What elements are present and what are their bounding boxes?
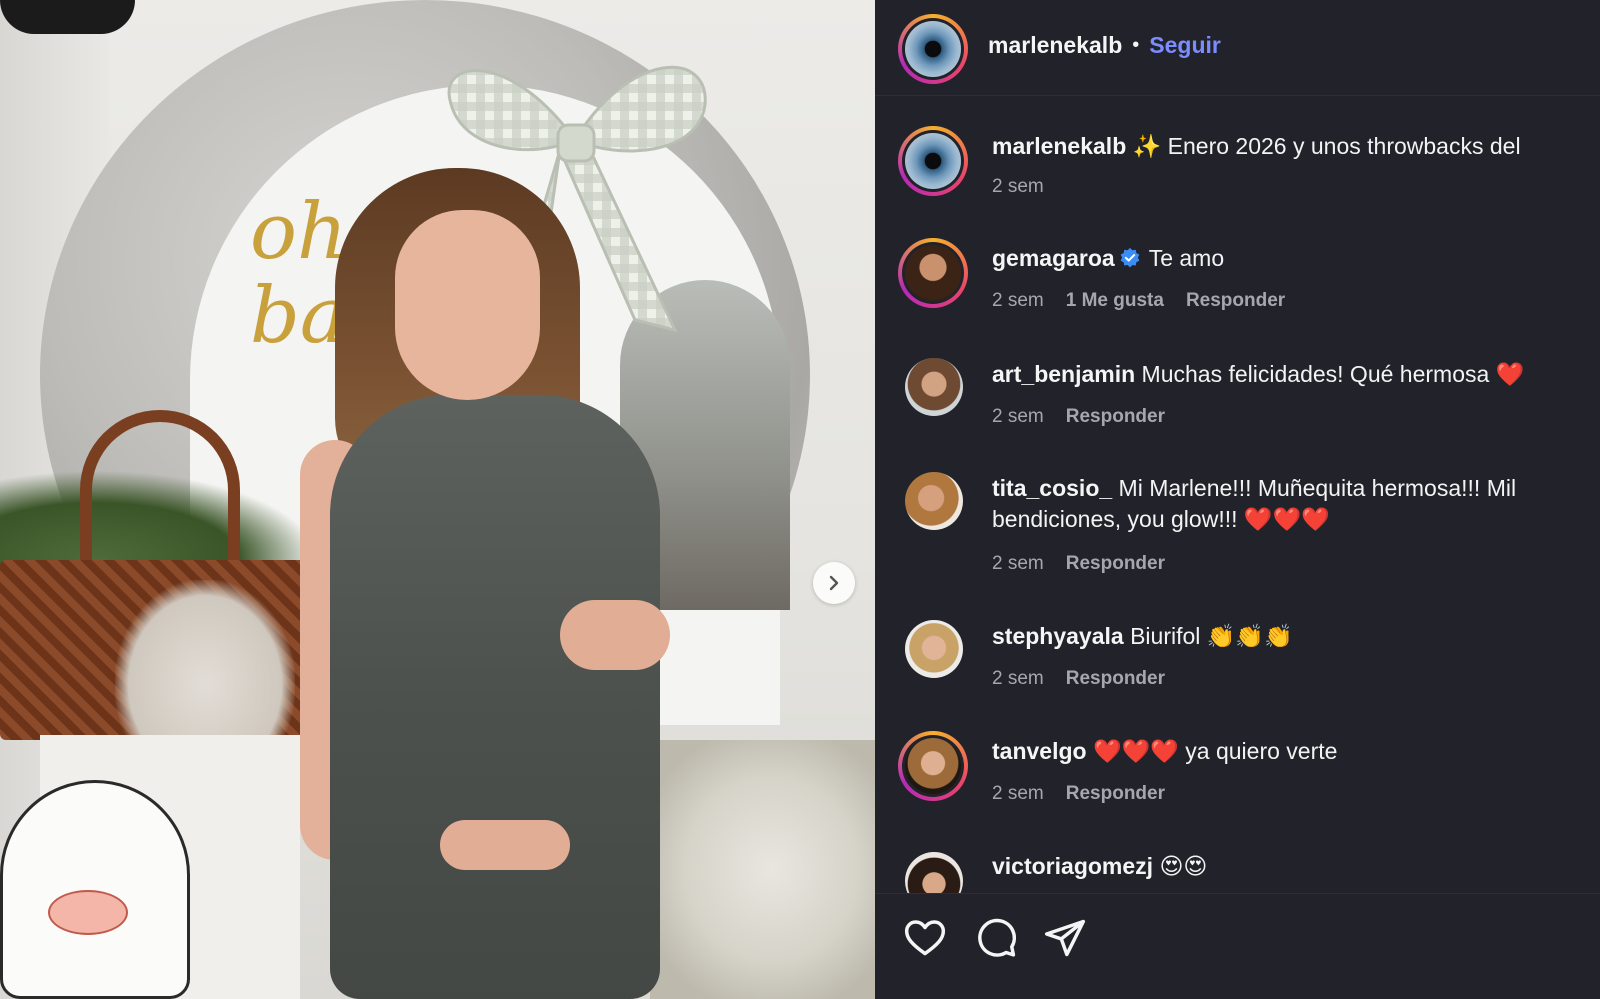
photo-person-hand (440, 820, 570, 870)
comment-item: stephyayala Biurifol 👏👏👏 2 sem Responder (875, 618, 1600, 698)
commenter-avatar[interactable] (905, 472, 963, 530)
avatar-image (905, 21, 961, 77)
comment-item: gemagaroa Te amo 2 sem 1 Me gusta Respon… (875, 236, 1600, 326)
comment-body: 😍😍 (1159, 853, 1208, 879)
caption-text: marlenekalb ✨ Enero 2026 y unos throwbac… (992, 131, 1600, 162)
comment-username[interactable]: tita_cosio_ (992, 475, 1112, 501)
separator-dot: • (1132, 34, 1140, 56)
comment-text: art_benjamin Muchas felicidades! Qué her… (992, 359, 1600, 390)
comment-meta: 2 sem Responder (992, 668, 1165, 690)
post-header: marlenekalb • Seguir (875, 0, 1600, 96)
comment-text: gemagaroa Te amo (992, 243, 1600, 274)
caption-username[interactable]: marlenekalb (992, 133, 1126, 159)
author-username[interactable]: marlenekalb (988, 32, 1122, 59)
caption-meta: 2 sem (992, 176, 1044, 198)
comment-item: tita_cosio_ Mi Marlene!!! Muñequita herm… (875, 470, 1600, 590)
comment-item: tanvelgo ❤️❤️❤️ ya quiero verte 2 sem Re… (875, 729, 1600, 819)
reply-button[interactable]: Responder (1066, 783, 1165, 805)
comment-body: Te amo (1148, 245, 1225, 271)
chevron-right-icon (829, 575, 839, 591)
comment-body: Biurifol 👏👏👏 (1130, 623, 1293, 649)
comment-username[interactable]: tanvelgo (992, 738, 1087, 764)
photo-person-hand (560, 600, 670, 670)
verified-badge-icon (1120, 247, 1140, 268)
comment-time: 2 sem (992, 290, 1044, 311)
photo-duck-beak (48, 890, 128, 935)
comment-username[interactable]: stephyayala (992, 623, 1124, 649)
comment-text: tanvelgo ❤️❤️❤️ ya quiero verte (992, 736, 1600, 767)
photo-flowers (650, 740, 893, 999)
commenter-avatar[interactable] (905, 620, 963, 678)
commenter-avatar[interactable] (905, 852, 963, 893)
comment-time: 2 sem (992, 668, 1044, 689)
likes-count-button[interactable]: 1 Me gusta (1066, 290, 1164, 312)
reply-button[interactable]: Responder (1066, 553, 1165, 575)
commenter-avatar[interactable] (898, 731, 968, 801)
follow-button[interactable]: Seguir (1149, 32, 1221, 59)
caption-body: ✨ Enero 2026 y unos throwbacks del (1132, 133, 1521, 159)
comment-time: 2 sem (992, 406, 1044, 427)
comment-text: stephyayala Biurifol 👏👏👏 (992, 621, 1600, 652)
comment-icon[interactable] (974, 916, 1018, 960)
avatar-image (905, 245, 961, 301)
photo-person-dress (330, 395, 660, 999)
comment-meta: 2 sem Responder (992, 783, 1165, 805)
comment-text: tita_cosio_ Mi Marlene!!! Muñequita herm… (992, 473, 1582, 535)
photo-person-face (395, 210, 540, 400)
comment-body: Muchas felicidades! Qué hermosa ❤️ (1141, 361, 1525, 387)
author-avatar[interactable] (898, 126, 968, 196)
avatar-image (905, 133, 961, 189)
comment-item: art_benjamin Muchas felicidades! Qué her… (875, 356, 1600, 436)
comment-time: 2 sem (992, 553, 1044, 574)
comments-panel: marlenekalb • Seguir marlenekalb ✨ Enero… (875, 0, 1600, 999)
post-caption: marlenekalb ✨ Enero 2026 y unos throwbac… (875, 124, 1600, 204)
comment-meta: 2 sem 1 Me gusta Responder (992, 290, 1285, 312)
post-photo: oh bab (0, 0, 893, 999)
comment-item: victoriagomezj 😍😍 (875, 850, 1600, 893)
reply-button[interactable]: Responder (1066, 668, 1165, 690)
author-avatar[interactable] (898, 14, 968, 84)
comment-time: 2 sem (992, 783, 1044, 804)
avatar-image (905, 738, 961, 794)
reply-button[interactable]: Responder (1066, 406, 1165, 428)
comment-username[interactable]: gemagaroa (992, 245, 1115, 271)
post-actions (875, 893, 1600, 999)
commenter-avatar[interactable] (905, 358, 963, 416)
comment-username[interactable]: art_benjamin (992, 361, 1135, 387)
caption-time: 2 sem (992, 176, 1044, 197)
comment-body: ❤️❤️❤️ ya quiero verte (1092, 738, 1338, 764)
next-photo-button[interactable] (813, 562, 855, 604)
comment-username[interactable]: victoriagomezj (992, 853, 1153, 879)
send-icon[interactable] (1043, 916, 1087, 960)
comment-text: victoriagomezj 😍😍 (992, 851, 1600, 882)
photo-lamp (0, 0, 135, 34)
reply-button[interactable]: Responder (1186, 290, 1285, 312)
comment-meta: 2 sem Responder (992, 406, 1165, 428)
heart-icon[interactable] (903, 916, 947, 960)
comment-meta: 2 sem Responder (992, 553, 1165, 575)
commenter-avatar[interactable] (898, 238, 968, 308)
